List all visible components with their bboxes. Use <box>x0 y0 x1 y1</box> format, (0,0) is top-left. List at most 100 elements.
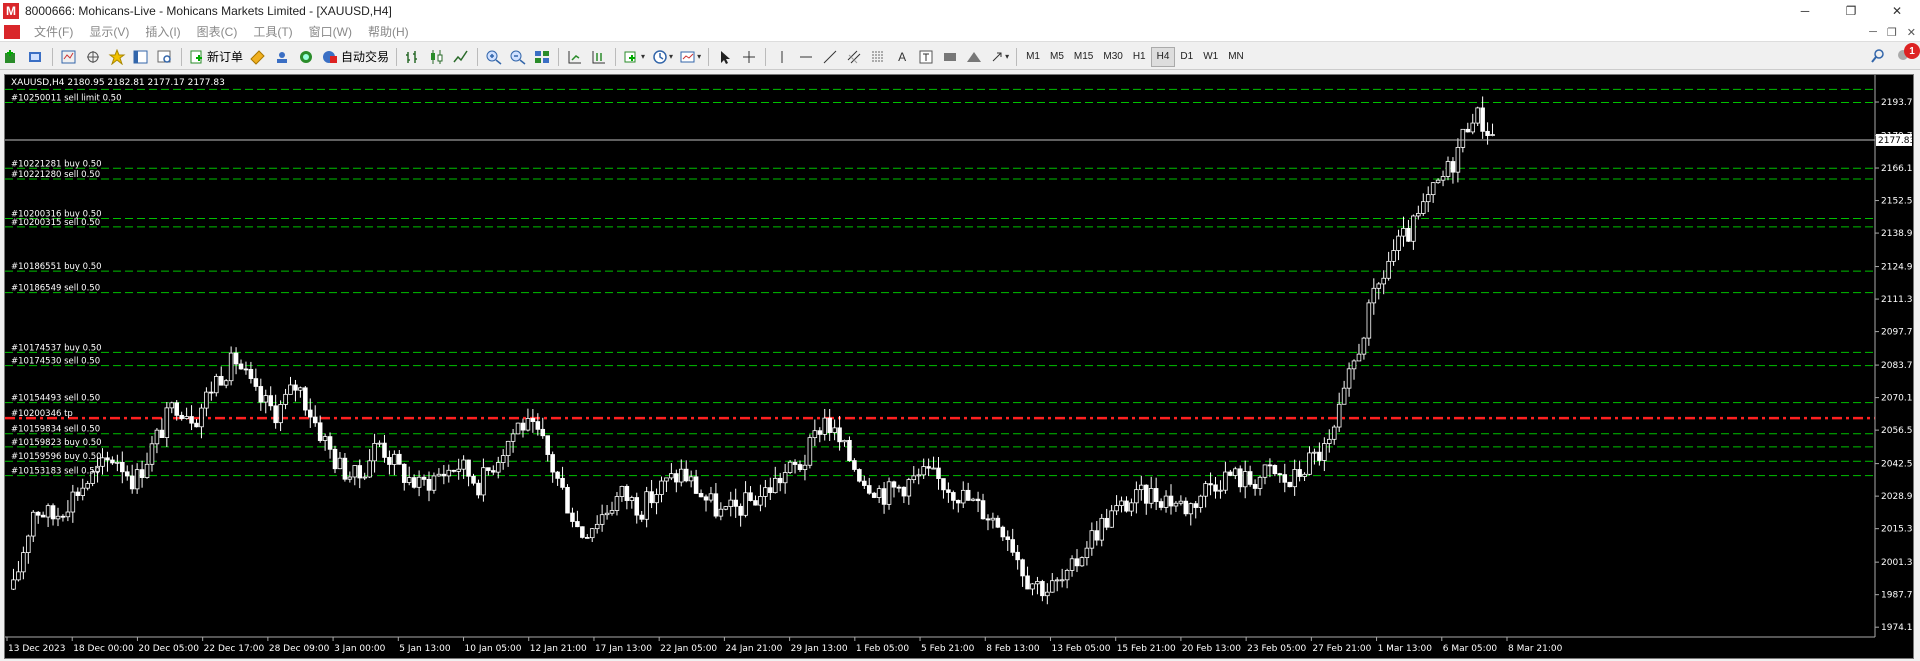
tile-windows-icon[interactable] <box>530 46 554 68</box>
candle-body <box>871 492 877 498</box>
candle-body <box>80 487 85 496</box>
candle-body <box>896 486 902 489</box>
menu-help[interactable]: 帮助(H) <box>360 22 417 42</box>
timeframe-h1[interactable]: H1 <box>1128 47 1151 67</box>
chart-window-icon[interactable] <box>4 24 20 39</box>
search-icon[interactable] <box>1870 48 1886 64</box>
candle-body <box>110 459 115 464</box>
profiles-icon[interactable] <box>24 46 48 68</box>
close-button[interactable]: ✕ <box>1874 0 1920 22</box>
horizontal-line-icon[interactable] <box>794 46 818 68</box>
candle-body <box>283 393 288 405</box>
indicators-icon[interactable]: ▾ <box>620 46 648 68</box>
chart-window[interactable]: 1974.10 1987.70 2001.30 2015.30 2028.90 2042.… <box>4 74 1914 659</box>
templates-icon[interactable]: ▾ <box>676 46 704 68</box>
timeframe-m15[interactable]: M15 <box>1069 47 1098 67</box>
menu-charts[interactable]: 图表(C) <box>189 22 246 42</box>
menu-window[interactable]: 窗口(W) <box>301 22 360 42</box>
candle-body <box>1148 488 1154 504</box>
candle-body <box>258 386 264 403</box>
timeframe-d1[interactable]: D1 <box>1175 47 1198 67</box>
timeframe-mn[interactable]: MN <box>1223 47 1249 67</box>
candle-body <box>500 455 506 463</box>
signals-icon[interactable] <box>270 46 294 68</box>
candle-body <box>35 511 41 516</box>
restore-button[interactable]: ❐ <box>1828 0 1874 22</box>
rectangle-icon[interactable] <box>938 46 962 68</box>
mdi-close-button[interactable]: ✕ <box>1907 26 1916 39</box>
market-icon[interactable] <box>294 46 318 68</box>
candle-body <box>1030 583 1035 590</box>
candle-body <box>367 460 372 478</box>
chart-shift-icon[interactable] <box>587 46 611 68</box>
strategy-tester-icon[interactable] <box>153 46 177 68</box>
minimize-button[interactable]: ─ <box>1782 0 1828 22</box>
x-tick-label: 13 Dec 2023 <box>8 644 66 654</box>
candle-body <box>129 475 135 490</box>
notifications-icon[interactable]: 1 <box>1896 43 1920 65</box>
candle-body <box>45 505 51 518</box>
candle-body <box>1411 215 1416 242</box>
candlestick-chart-icon[interactable] <box>425 46 449 68</box>
mdi-restore-button[interactable]: ❐ <box>1887 26 1897 39</box>
candle-body <box>570 512 575 522</box>
timeframe-m5[interactable]: M5 <box>1045 47 1069 67</box>
new-order-button[interactable]: 新订单 <box>186 46 246 68</box>
arrows-icon[interactable]: ▾ <box>986 46 1012 68</box>
candle-body <box>956 499 961 504</box>
line-chart-icon[interactable] <box>449 46 473 68</box>
candle-body <box>85 483 90 489</box>
timeframe-h4[interactable]: H4 <box>1150 46 1176 67</box>
terminal-icon[interactable] <box>129 46 153 68</box>
candle-body <box>1336 403 1342 428</box>
candle-body <box>144 463 150 478</box>
candle-body <box>876 488 882 498</box>
text-icon[interactable]: A <box>890 46 914 68</box>
y-tick-label: 2124.90 <box>1881 263 1913 273</box>
candle-body <box>1079 557 1085 567</box>
candle-body <box>1480 107 1485 132</box>
bar-chart-icon[interactable] <box>401 46 425 68</box>
cursor-icon[interactable] <box>713 46 737 68</box>
order-line-label: #10159834 sell 0.50 <box>11 425 100 435</box>
market-watch-icon[interactable] <box>57 46 81 68</box>
data-window-icon[interactable] <box>81 46 105 68</box>
candle-body <box>307 409 313 418</box>
mdi-minimize-button[interactable]: ─ <box>1869 26 1877 38</box>
fibonacci-icon[interactable] <box>866 46 890 68</box>
timeframe-m30[interactable]: M30 <box>1098 47 1127 67</box>
candle-body <box>1109 510 1114 528</box>
menu-insert[interactable]: 插入(I) <box>137 22 188 42</box>
periods-icon[interactable]: ▾ <box>648 46 676 68</box>
candle-body <box>906 479 912 497</box>
y-tick-label: 2056.50 <box>1881 426 1913 436</box>
new-chart-icon[interactable] <box>0 46 24 68</box>
menu-tools[interactable]: 工具(T) <box>245 22 300 42</box>
zoom-in-icon[interactable] <box>482 46 506 68</box>
vertical-line-icon[interactable] <box>770 46 794 68</box>
order-line-label: #10200346 tp <box>11 409 73 419</box>
trendline-icon[interactable] <box>818 46 842 68</box>
price-chart[interactable]: 1974.10 1987.70 2001.30 2015.30 2028.90 2042.… <box>5 75 1913 658</box>
menu-view[interactable]: 显示(V) <box>81 22 137 42</box>
triangle-icon[interactable] <box>962 46 986 68</box>
timeframe-m1[interactable]: M1 <box>1021 47 1045 67</box>
candle-body <box>713 493 719 517</box>
timeframe-w1[interactable]: W1 <box>1198 47 1223 67</box>
auto-scroll-icon[interactable] <box>563 46 587 68</box>
x-tick-label: 1 Feb 05:00 <box>856 644 910 654</box>
candle-body <box>1104 517 1109 528</box>
candle-body <box>372 443 377 462</box>
candle-body <box>406 477 412 483</box>
text-label-icon[interactable] <box>914 46 938 68</box>
candle-body <box>1416 213 1421 217</box>
auto-trading-button[interactable]: 自动交易 <box>318 46 392 68</box>
candle-body <box>960 489 966 504</box>
meta-editor-icon[interactable] <box>246 46 270 68</box>
zoom-out-icon[interactable] <box>506 46 530 68</box>
equidistant-channel-icon[interactable] <box>842 46 866 68</box>
crosshair-icon[interactable] <box>737 46 761 68</box>
menu-file[interactable]: 文件(F) <box>26 22 81 42</box>
navigator-icon[interactable] <box>105 46 129 68</box>
candle-body <box>199 407 204 428</box>
